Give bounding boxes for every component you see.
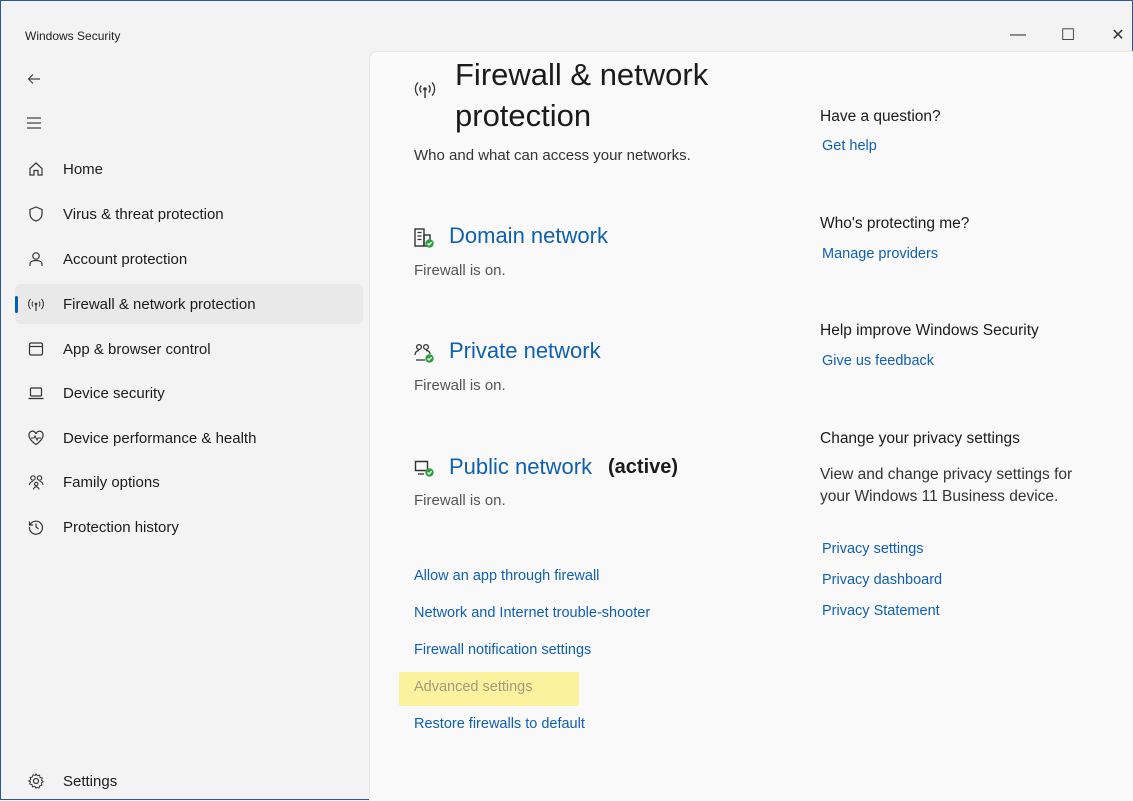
hamburger-menu-icon[interactable] [24,113,44,133]
sidebar-item-device-performance[interactable]: Device performance & health [15,418,363,458]
private-network-link[interactable]: Private network [449,338,601,364]
sidebar-item-home[interactable]: Home [15,149,363,189]
get-help-link[interactable]: Get help [822,138,877,154]
privacy-dashboard-link[interactable]: Privacy dashboard [822,572,942,588]
wireless-icon [26,294,46,314]
family-icon [26,472,46,492]
history-icon [26,517,46,537]
improve-heading: Help improve Windows Security [820,322,1039,339]
sidebar-item-label: Virus & threat protection [63,206,224,223]
sidebar-item-device-security[interactable]: Device security [15,373,363,413]
home-icon [26,159,46,179]
gear-icon [26,771,46,791]
privacy-statement-link[interactable]: Privacy Statement [822,603,940,619]
domain-network-icon [413,227,435,249]
laptop-icon [26,383,46,403]
active-network-badge: (active) [608,456,679,478]
advanced-settings-link[interactable]: Advanced settings [414,679,533,695]
window-title: Windows Security [25,29,121,43]
sidebar-item-firewall[interactable]: Firewall & network protection [15,284,363,324]
restore-default-link[interactable]: Restore firewalls to default [414,716,585,732]
public-network-status: Firewall is on. [414,492,506,509]
close-button[interactable]: ✕ [1105,23,1131,47]
private-network-icon [413,342,435,364]
sidebar-item-label: Device security [63,385,165,402]
page-subtitle: Who and what can access your networks. [414,147,691,164]
privacy-settings-link[interactable]: Privacy settings [822,541,924,557]
sidebar-item-label: Firewall & network protection [63,296,256,313]
troubleshooter-link[interactable]: Network and Internet trouble-shooter [414,605,650,621]
sidebar-item-label: Family options [63,474,160,491]
page-title: Firewall & network protection [455,57,709,133]
feedback-link[interactable]: Give us feedback [822,353,934,369]
domain-network-link[interactable]: Domain network [449,223,608,249]
back-arrow-icon[interactable] [24,69,44,89]
heart-pulse-icon [26,428,46,448]
sidebar-item-label: Home [63,161,104,178]
sidebar-item-protection-history[interactable]: Protection history [15,507,363,547]
help-heading: Have a question? [820,108,941,125]
shield-icon [26,204,46,224]
notification-settings-link[interactable]: Firewall notification settings [414,642,591,658]
privacy-heading: Change your privacy settings [820,430,1020,447]
allow-app-link[interactable]: Allow an app through firewall [414,568,599,584]
person-icon [26,249,46,269]
sidebar-item-label: Protection history [63,519,179,536]
wireless-icon [412,79,438,101]
public-network-icon [413,457,435,479]
maximize-button[interactable]: ☐ [1055,23,1081,47]
sidebar-item-label: App & browser control [63,341,211,358]
public-network-link[interactable]: Public network [449,454,592,480]
private-network-status: Firewall is on. [414,377,506,394]
domain-network-status: Firewall is on. [414,262,506,279]
manage-providers-link[interactable]: Manage providers [822,246,938,262]
sidebar-item-virus-threat[interactable]: Virus & threat protection [15,194,363,234]
active-indicator [15,296,18,313]
app-window: Windows Security — ☐ ✕ Home Virus & thre… [0,0,1133,801]
sidebar-item-app-browser[interactable]: App & browser control [15,329,363,369]
minimize-button[interactable]: — [1005,23,1031,47]
sidebar-item-account[interactable]: Account protection [15,239,363,279]
sidebar-item-settings[interactable]: Settings [15,761,363,801]
sidebar-item-family[interactable]: Family options [15,462,363,502]
privacy-description: View and change privacy settings for you… [820,466,1073,505]
protecting-heading: Who's protecting me? [820,215,970,232]
app-window-icon [26,339,46,359]
sidebar-item-label: Account protection [63,251,188,268]
sidebar-item-label: Settings [63,773,118,790]
sidebar-item-label: Device performance & health [63,430,257,447]
